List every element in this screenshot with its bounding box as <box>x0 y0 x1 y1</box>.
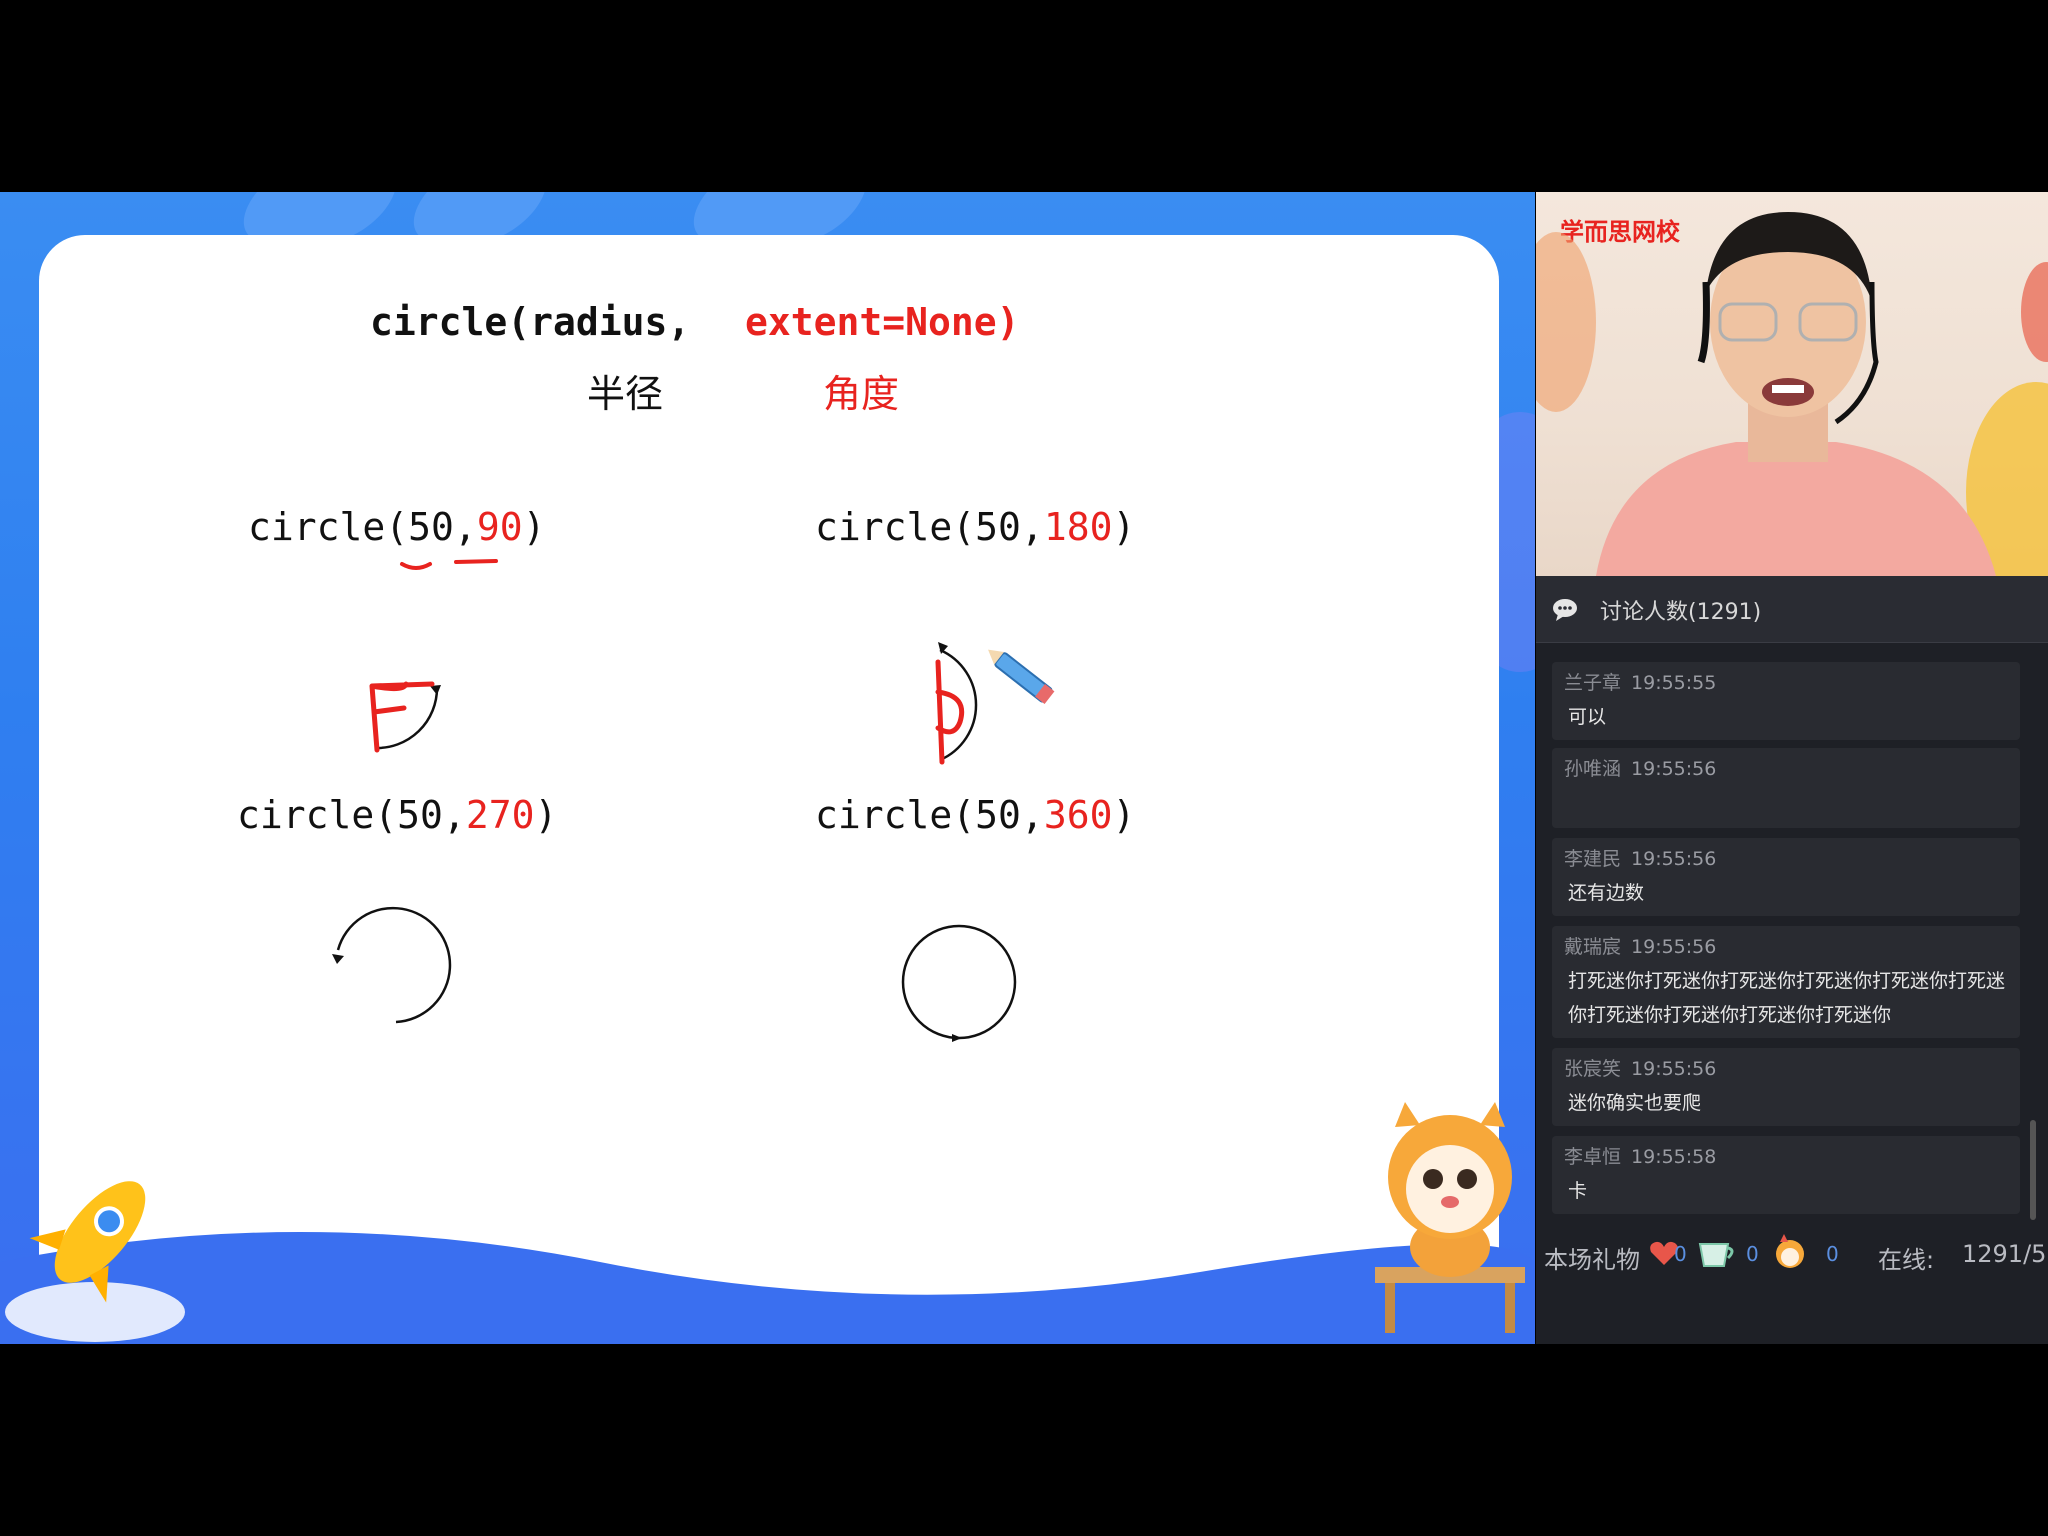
pencil-cursor-icon <box>988 649 1055 705</box>
arc-270-drawing <box>332 906 452 1024</box>
underline-radius-annotation <box>400 562 432 570</box>
gift-bar: 本场礼物 0 0 0 在线: 1291/52 <box>1536 1232 2048 1276</box>
courseware-slide: circle(radius, extent=None) 半径 角度 circle… <box>0 192 1535 1344</box>
gift-label: 本场礼物 <box>1544 1246 1640 1274</box>
chat-message: 兰子章 19:55:55 可以 <box>1552 662 2020 740</box>
chat-text: 打死迷你打死迷你打死迷你打死迷你打死迷你打死迷你打死迷你打死迷你打死迷你打死迷你 <box>1568 970 2006 1026</box>
chat-time: 19:55:55 <box>1631 672 1717 694</box>
chat-user: 孙唯涵 <box>1564 758 1622 780</box>
chat-time: 19:55:56 <box>1631 758 1717 780</box>
online-label: 在线: <box>1878 1246 1935 1274</box>
mascot-gift-icon[interactable] <box>1770 1232 1810 1272</box>
teacher-video: 学而思网校 <box>1536 192 2048 576</box>
arc-180-drawing <box>935 642 978 765</box>
chat-text: 迷你确实也要爬 <box>1568 1092 1702 1114</box>
chat-text: 可以 <box>1568 706 1607 728</box>
circle-360-drawing <box>901 924 1017 1042</box>
chat-message: 戴瑞宸 19:55:56 打死迷你打死迷你打死迷你打死迷你打死迷你打死迷你打死迷你… <box>1552 926 2020 1038</box>
arc-90-drawing <box>369 681 441 753</box>
chat-panel: 讨论人数(1291) 兰子章 19:55:55 可以 孙唯涵 19:55:56 李建… <box>1536 576 2048 1344</box>
gift-count: 0 <box>1674 1242 1687 1266</box>
chat-bubble-icon <box>1553 599 1577 621</box>
chat-time: 19:55:56 <box>1631 848 1717 870</box>
chat-user: 张宸笑 <box>1564 1058 1622 1080</box>
chat-user: 李卓恒 <box>1564 1146 1622 1168</box>
chat-message: 李建民 19:55:56 还有边数 <box>1552 838 2020 916</box>
chat-text: 还有边数 <box>1568 882 1645 904</box>
chat-message: 李卓恒 19:55:58 卡 <box>1552 1136 2020 1214</box>
chat-text: 卡 <box>1568 1180 1588 1202</box>
chat-message: 张宸笑 19:55:56 迷你确实也要爬 <box>1552 1048 2020 1126</box>
rocket-icon <box>5 1181 185 1342</box>
chat-user: 李建民 <box>1564 848 1622 870</box>
tea-cup-gift-icon[interactable] <box>1696 1238 1736 1270</box>
drawings-layer <box>332 559 1055 1042</box>
chat-scrollbar[interactable] <box>2030 1120 2036 1220</box>
tiger-mascot-icon <box>1375 1102 1525 1333</box>
chat-time: 19:55:56 <box>1631 936 1717 958</box>
chat-user: 戴瑞宸 <box>1564 936 1622 958</box>
gift-count: 0 <box>1826 1242 1839 1266</box>
underline-extent-annotation <box>454 559 498 564</box>
teacher-figure <box>1536 212 2048 576</box>
chat-user: 兰子章 <box>1564 672 1622 694</box>
slide-bottom-wave <box>0 1232 1535 1344</box>
chat-time: 19:55:58 <box>1631 1146 1717 1168</box>
online-count: 1291/52 <box>1962 1240 2048 1268</box>
gift-count: 0 <box>1746 1242 1759 1266</box>
chat-participant-count: 讨论人数(1291) <box>1600 600 1762 625</box>
chat-time: 19:55:56 <box>1631 1058 1717 1080</box>
chat-message: 孙唯涵 19:55:56 <box>1552 748 2020 828</box>
chat-header: 讨论人数(1291) <box>1536 576 2048 643</box>
